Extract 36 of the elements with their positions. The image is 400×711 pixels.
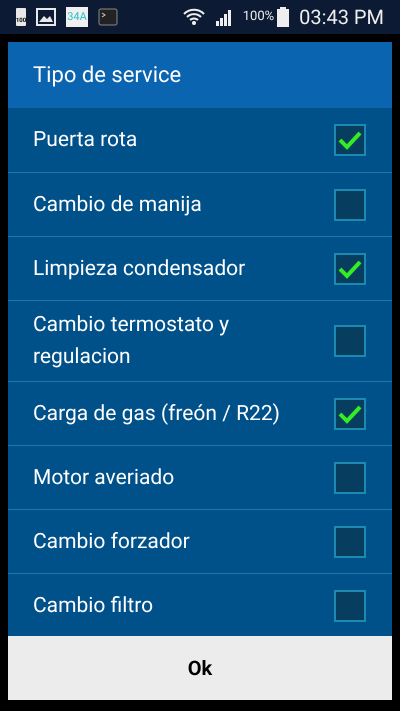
ok-button[interactable]: Ok [8, 636, 392, 700]
item-label: Carga de gas (freón / R22) [33, 400, 281, 428]
list-item[interactable]: Cambio forzador [8, 509, 392, 573]
item-label: Cambio de manija [33, 192, 203, 218]
list-item[interactable]: Cambio de manija [8, 172, 392, 236]
checkmark-icon [338, 130, 362, 150]
item-label: Motor averiado [33, 464, 176, 492]
item-label: Limpieza condensador [33, 256, 246, 282]
checkmark-icon [338, 258, 362, 278]
checkbox[interactable] [334, 526, 366, 558]
checkbox[interactable] [334, 325, 366, 357]
checkbox[interactable] [334, 462, 366, 494]
image-icon [36, 8, 56, 26]
item-label: Cambio filtro [33, 592, 154, 620]
checkmark-icon [338, 404, 362, 424]
item-label: Puerta rota [33, 127, 138, 154]
signal-icon [214, 8, 233, 26]
item-label: Cambio termostato y regulacion [33, 312, 230, 371]
item-label: Cambio forzador [33, 528, 191, 556]
list-item[interactable]: Limpieza condensador [8, 236, 392, 300]
list-item[interactable]: Motor averiado [8, 445, 392, 509]
dialog-title: Tipo de service [8, 42, 392, 108]
wifi-icon [182, 6, 205, 28]
app-notification-icon: 34A [66, 7, 88, 27]
checkbox[interactable] [334, 188, 366, 220]
battery-percent: 100% [242, 8, 274, 26]
checkbox[interactable] [334, 590, 366, 622]
list-item[interactable]: Puerta rota [8, 108, 392, 172]
list-item[interactable]: Cambio termostato y regulacion [8, 300, 392, 381]
terminal-icon [98, 7, 118, 27]
checkbox[interactable] [334, 398, 366, 430]
checkbox[interactable] [334, 124, 366, 156]
clock: 03:43 PM [299, 4, 384, 31]
battery-icon [277, 7, 290, 27]
list-item[interactable]: Carga de gas (freón / R22) [8, 381, 392, 445]
checkbox[interactable] [334, 252, 366, 284]
